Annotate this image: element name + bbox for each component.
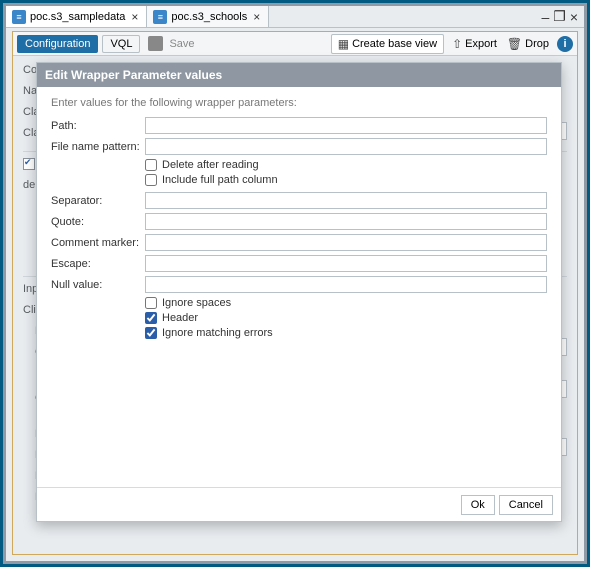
datasource-icon: ≡ xyxy=(153,10,167,24)
edit-wrapper-params-dialog: Edit Wrapper Parameter values Enter valu… xyxy=(36,62,562,522)
separator-input[interactable] xyxy=(145,192,547,209)
checkbox-icon[interactable] xyxy=(145,159,157,171)
create-base-view-button[interactable]: ▦ Create base view xyxy=(331,34,444,54)
escape-input[interactable] xyxy=(145,255,547,272)
ignore-spaces-checkbox[interactable]: Ignore spaces xyxy=(145,297,547,309)
ignore-matching-errors-checkbox[interactable]: Ignore matching errors xyxy=(145,327,547,339)
window-controls: – ❐ × xyxy=(541,6,584,27)
drop-button[interactable]: 🗑 Drop xyxy=(505,35,551,53)
label-quote: Quote: xyxy=(51,216,145,228)
comment-marker-input[interactable] xyxy=(145,234,547,251)
checkbox-label: Ignore matching errors xyxy=(162,327,273,339)
table-icon: ▦ xyxy=(338,37,349,51)
label-path: Path: xyxy=(51,120,145,132)
dialog-body: Enter values for the following wrapper p… xyxy=(37,87,561,487)
path-input[interactable] xyxy=(145,117,547,134)
null-value-input[interactable] xyxy=(145,276,547,293)
button-label: Export xyxy=(465,38,497,50)
label-escape: Escape: xyxy=(51,258,145,270)
cancel-button[interactable]: Cancel xyxy=(499,495,553,515)
dialog-footer: Ok Cancel xyxy=(37,487,561,521)
toolbar-right: ▦ Create base view ⇧ Export 🗑 Drop i xyxy=(331,34,573,54)
tab-row: ≡ poc.s3_sampledata × ≡ poc.s3_schools ×… xyxy=(6,6,584,28)
app-frame: ≡ poc.s3_sampledata × ≡ poc.s3_schools ×… xyxy=(0,0,590,567)
label-null-value: Null value: xyxy=(51,279,145,291)
export-button[interactable]: ⇧ Export xyxy=(450,35,499,53)
close-icon[interactable]: × xyxy=(129,10,140,24)
label-separator: Separator: xyxy=(51,195,145,207)
checkbox-icon[interactable] xyxy=(145,174,157,186)
checkbox-label: Ignore spaces xyxy=(162,297,231,309)
button-label: Create base view xyxy=(352,38,437,50)
label-comment-marker: Comment marker: xyxy=(51,237,145,249)
segment-configuration[interactable]: Configuration xyxy=(17,35,98,53)
delete-after-reading-checkbox[interactable]: Delete after reading xyxy=(145,159,547,171)
quote-input[interactable] xyxy=(145,213,547,230)
info-icon[interactable]: i xyxy=(557,36,573,52)
save-label: Save xyxy=(169,38,194,50)
header-checkbox[interactable]: Header xyxy=(145,312,547,324)
tab-label: poc.s3_schools xyxy=(171,11,247,23)
datasource-icon: ≡ xyxy=(12,10,26,24)
checkbox-icon[interactable] xyxy=(145,297,157,309)
file-name-pattern-input[interactable] xyxy=(145,138,547,155)
include-full-path-checkbox[interactable]: Include full path column xyxy=(145,174,547,186)
close-icon[interactable]: × xyxy=(251,10,262,24)
trash-icon: 🗑 xyxy=(507,37,522,51)
checkbox-label: Delete after reading xyxy=(162,159,259,171)
checkbox-icon[interactable] xyxy=(145,312,157,324)
save-icon[interactable] xyxy=(148,36,163,51)
ok-button[interactable]: Ok xyxy=(461,495,495,515)
checkbox-icon[interactable] xyxy=(23,158,35,170)
export-icon: ⇧ xyxy=(452,37,462,51)
button-label: Drop xyxy=(525,38,549,50)
restore-icon[interactable]: ❐ xyxy=(553,8,566,25)
dialog-instruction: Enter values for the following wrapper p… xyxy=(51,97,547,109)
minimize-icon[interactable]: – xyxy=(541,9,549,25)
close-window-icon[interactable]: × xyxy=(570,9,578,25)
segment-bar: Configuration VQL Save ▦ Create base vie… xyxy=(13,32,577,56)
label-file-name-pattern: File name pattern: xyxy=(51,141,145,153)
checkbox-label: Header xyxy=(162,312,198,324)
checkbox-label: Include full path column xyxy=(162,174,278,186)
tab-sampledata[interactable]: ≡ poc.s3_sampledata × xyxy=(6,6,147,27)
tab-schools[interactable]: ≡ poc.s3_schools × xyxy=(147,6,269,27)
tab-label: poc.s3_sampledata xyxy=(30,11,125,23)
checkbox-icon[interactable] xyxy=(145,327,157,339)
dialog-title: Edit Wrapper Parameter values xyxy=(37,63,561,87)
segment-vql[interactable]: VQL xyxy=(102,35,140,53)
editor-surface: ≡ poc.s3_sampledata × ≡ poc.s3_schools ×… xyxy=(6,6,584,561)
